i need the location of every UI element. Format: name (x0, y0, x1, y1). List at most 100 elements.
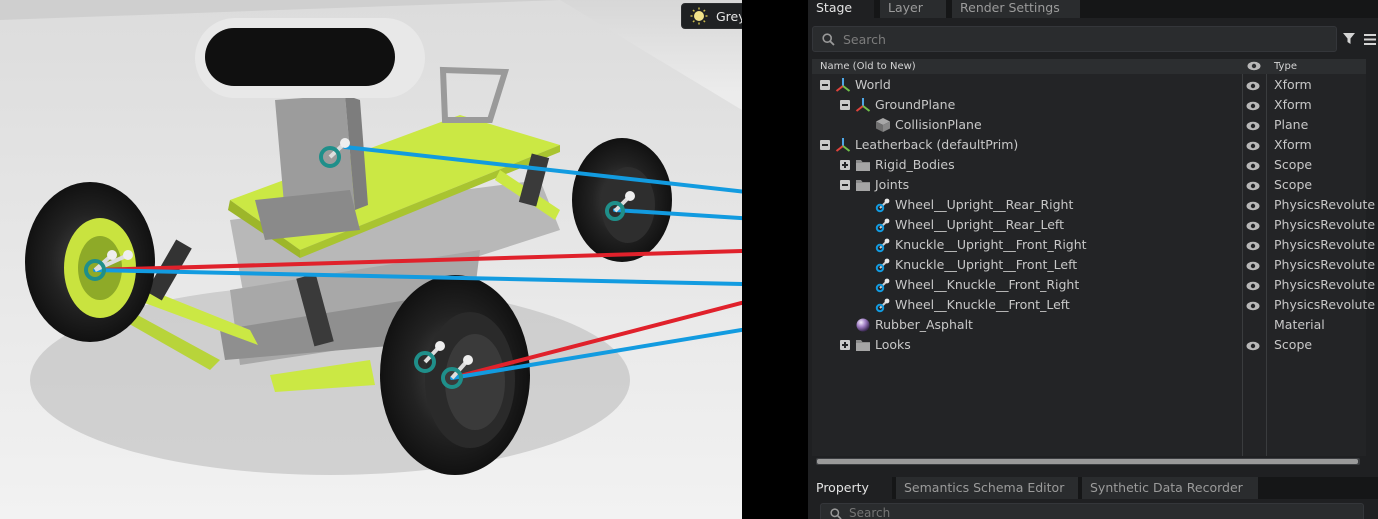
visibility-eye-icon[interactable] (1246, 259, 1260, 274)
viewport[interactable]: Grey Studio (0, 0, 742, 519)
stage-panel: Stage Layer Render Settings Name (Old to… (808, 0, 1378, 472)
tree-row[interactable]: Wheel__Knuckle__Front_Left PhysicsRevolut… (812, 295, 1375, 315)
tree-row-type: PhysicsRevolute (1274, 217, 1376, 232)
expand-toggle-icon[interactable] (840, 340, 850, 350)
stage-search-input[interactable] (843, 30, 1323, 48)
collapse-toggle-icon[interactable] (820, 80, 830, 90)
eye-icon[interactable] (1247, 61, 1261, 71)
tree-row[interactable]: Rigid_Bodies Scope (812, 155, 1366, 175)
tree-row-label: Rubber_Asphalt (875, 317, 973, 332)
tree-row-label: Wheel__Knuckle__Front_Right (895, 277, 1080, 292)
tree-row-label: Wheel__Upright__Rear_Right (895, 197, 1074, 212)
tab-render-settings[interactable]: Render Settings (952, 0, 1080, 18)
filter-button[interactable] (1337, 26, 1361, 52)
sun-icon (690, 7, 708, 25)
tree-row-label: Knuckle__Upright__Front_Right (895, 237, 1087, 252)
tree-row-type: PhysicsRevolute (1274, 277, 1376, 292)
tree-row-label: Joints (875, 177, 910, 192)
tree-row-type: Scope (1274, 337, 1313, 352)
tree-row[interactable]: Knuckle__Upright__Front_Right PhysicsRevo… (812, 235, 1375, 255)
tree-row-type: Xform (1274, 97, 1312, 112)
visibility-eye-icon[interactable] (1246, 279, 1260, 294)
horizontal-scrollbar[interactable] (816, 458, 1360, 465)
scene-render[interactable] (0, 0, 742, 519)
tree-row-type: Material (1274, 317, 1325, 332)
tree-row-label: Knuckle__Upright__Front_Left (895, 257, 1078, 272)
tab-synthetic-label: Synthetic Data Recorder (1090, 480, 1243, 495)
tree-row-label: GroundPlane (875, 97, 956, 112)
tree-row[interactable]: World Xform (812, 75, 1366, 95)
revolute-joint-icon (875, 257, 891, 273)
expand-toggle-icon[interactable] (840, 160, 850, 170)
tree-row-type: Xform (1274, 137, 1312, 152)
filter-icon (1343, 33, 1355, 44)
options-menu-button[interactable] (1361, 26, 1378, 52)
tab-semantics-schema-editor[interactable]: Semantics Schema Editor (896, 477, 1078, 499)
rear-right-tire (572, 138, 672, 262)
tree-row-type: PhysicsRevolute (1274, 197, 1376, 212)
tree-header: Name (Old to New) Type (812, 59, 1366, 74)
tree-row-type: PhysicsRevolute (1274, 237, 1376, 252)
tab-property[interactable]: Property (808, 477, 892, 499)
tree-row-label: World (855, 77, 891, 92)
light-rig-label: Grey Studio (716, 8, 742, 24)
visibility-eye-icon[interactable] (1246, 219, 1260, 234)
tree-row[interactable]: Looks Scope (812, 335, 1366, 355)
visibility-eye-icon[interactable] (1246, 119, 1260, 134)
visibility-eye-icon[interactable] (1246, 179, 1260, 194)
visibility-eye-icon[interactable] (1246, 239, 1260, 254)
tree-row[interactable]: Joints Scope (812, 175, 1366, 195)
search-icon (822, 33, 835, 46)
revolute-joint-icon (875, 237, 891, 253)
tree-row-label: Rigid_Bodies (875, 157, 955, 172)
tree-row[interactable]: Wheel__Knuckle__Front_Right PhysicsRevolu… (812, 275, 1375, 295)
tab-stage[interactable]: Stage (808, 0, 874, 18)
property-search-input[interactable] (849, 506, 1249, 519)
folder-icon (855, 337, 871, 353)
tree-row[interactable]: Wheel__Upright__Rear_Right PhysicsRevolut… (812, 195, 1375, 215)
stage-tabbar: Stage Layer Render Settings (808, 0, 1378, 18)
collapse-toggle-icon[interactable] (840, 180, 850, 190)
column-type-header[interactable]: Type (1274, 59, 1297, 74)
tree-row[interactable]: Leatherback (defaultPrim) Xform (812, 135, 1366, 155)
visibility-eye-icon[interactable] (1246, 99, 1260, 114)
folder-icon (855, 157, 871, 173)
tree-row-label: Leatherback (defaultPrim) (855, 137, 1019, 152)
tab-synthetic-data-recorder[interactable]: Synthetic Data Recorder (1082, 477, 1258, 499)
tab-property-label: Property (816, 480, 869, 495)
collapse-toggle-icon[interactable] (840, 100, 850, 110)
visibility-eye-icon[interactable] (1246, 339, 1260, 354)
light-rig-selector[interactable]: Grey Studio (681, 3, 742, 29)
tree-row[interactable]: Knuckle__Upright__Front_Left PhysicsRevol… (812, 255, 1375, 275)
tree-row[interactable]: Wheel__Upright__Rear_Left PhysicsRevolute (812, 215, 1375, 235)
xform-axes-icon (835, 77, 851, 93)
tree-row-type: Xform (1274, 77, 1312, 92)
stereo-camera (195, 18, 425, 98)
column-name-header[interactable]: Name (Old to New) (820, 59, 916, 74)
tab-stage-label: Stage (816, 0, 853, 15)
property-tabbar: Property Semantics Schema Editor Synthet… (808, 477, 1378, 499)
tab-layer[interactable]: Layer (880, 0, 946, 18)
tab-render-settings-label: Render Settings (960, 0, 1060, 15)
tree-row-type: Plane (1274, 117, 1309, 132)
visibility-eye-icon[interactable] (1246, 159, 1260, 174)
tree-row[interactable]: GroundPlane Xform (812, 95, 1366, 115)
tree-row-type: PhysicsRevolute (1274, 297, 1376, 312)
revolute-joint-icon (875, 277, 891, 293)
visibility-eye-icon[interactable] (1246, 199, 1260, 214)
tree-row[interactable]: CollisionPlane Plane (812, 115, 1366, 135)
viewport-gutter (742, 0, 808, 519)
mesh-cube-icon (875, 117, 891, 133)
stage-search-box[interactable] (812, 26, 1337, 52)
visibility-eye-icon[interactable] (1246, 139, 1260, 154)
scrollbar-thumb[interactable] (817, 459, 1358, 464)
revolute-joint-icon (875, 217, 891, 233)
tree-row-label: Wheel__Upright__Rear_Left (895, 217, 1064, 232)
material-sphere-icon (855, 317, 871, 333)
hamburger-icon (1363, 33, 1376, 45)
collapse-toggle-icon[interactable] (820, 140, 830, 150)
visibility-eye-icon[interactable] (1246, 79, 1260, 94)
visibility-eye-icon[interactable] (1246, 299, 1260, 314)
tree-row[interactable]: Rubber_Asphalt Material (812, 315, 1366, 335)
property-search-box[interactable] (820, 503, 1364, 519)
